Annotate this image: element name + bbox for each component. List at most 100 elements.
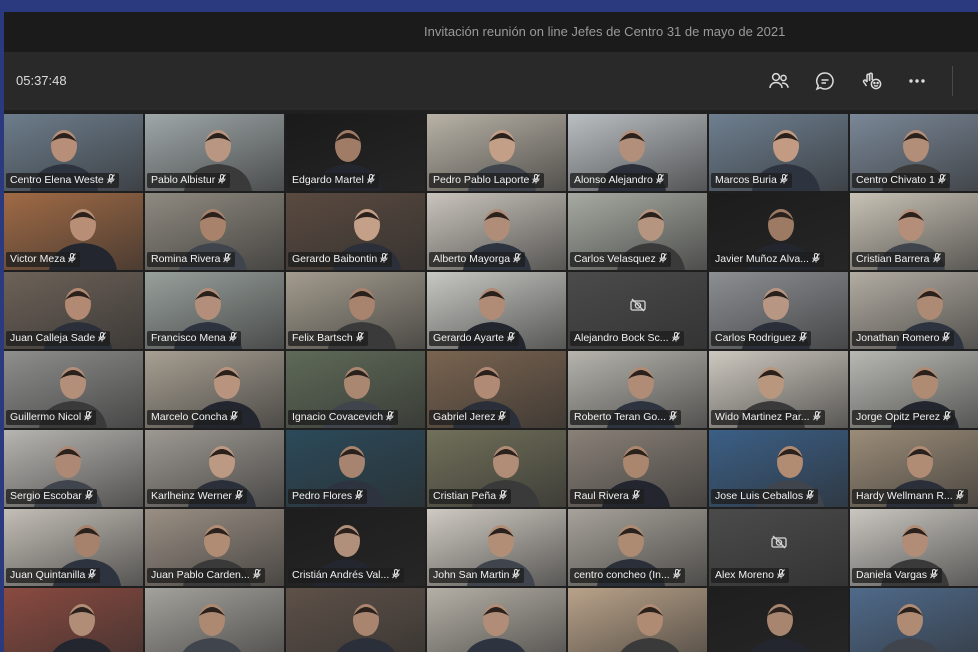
- participant-name-label: Cristian Peña: [429, 489, 512, 504]
- participant-tile[interactable]: Cristián Andrés Val...: [286, 509, 425, 586]
- participant-tile[interactable]: [850, 588, 978, 652]
- participant-name: Javier Muñoz Alva...: [715, 253, 809, 265]
- microphone-muted-icon: [655, 174, 664, 186]
- participant-tile[interactable]: Centro Chivato 1: [850, 114, 978, 191]
- participant-name-label: Pedro Pablo Laporte: [429, 173, 545, 188]
- participant-name: Gabriel Jerez: [433, 411, 496, 423]
- microphone-muted-icon: [930, 569, 938, 581]
- participant-tile[interactable]: Ignacio Covacevich: [286, 351, 425, 428]
- participant-tile[interactable]: [145, 588, 284, 652]
- participant-name-label: Jorge Opitz Perez: [852, 410, 956, 425]
- participant-name-label: Guillermo Nicol: [6, 410, 97, 425]
- participant-tile[interactable]: centro concheo (In...: [568, 509, 707, 586]
- participant-name-label: Gerardo Ayarte: [429, 331, 520, 346]
- participant-tile[interactable]: Jonathan Romero: [850, 272, 978, 349]
- participant-tile[interactable]: Pablo Albistur: [145, 114, 284, 191]
- participant-name: Ignacio Covacevich: [292, 411, 384, 423]
- microphone-muted-icon: [672, 569, 681, 581]
- participant-tile[interactable]: Pedro Pablo Laporte: [427, 114, 566, 191]
- participant-tile[interactable]: Karlheinz Werner: [145, 430, 284, 507]
- microphone-muted-icon: [812, 253, 820, 265]
- participant-tile[interactable]: Sergio Escobar: [4, 430, 143, 507]
- participant-name-label: Felix Bartsch: [288, 331, 368, 346]
- microphone-muted-icon: [498, 411, 507, 423]
- participant-tile[interactable]: Juan Calleja Sade: [4, 272, 143, 349]
- participant-tile[interactable]: Guillermo Nicol: [4, 351, 143, 428]
- chat-button[interactable]: [810, 66, 840, 96]
- participant-tile[interactable]: Pedro Flores: [286, 430, 425, 507]
- participant-name-label: Romina Rivera: [147, 252, 236, 267]
- microphone-muted-icon: [777, 569, 785, 581]
- participant-tile[interactable]: [427, 588, 566, 652]
- participant-name-label: Alex Moreno: [711, 568, 789, 583]
- participant-name: Francisco Mena: [151, 332, 226, 344]
- participant-tile[interactable]: Marcos Buria: [709, 114, 848, 191]
- participant-name-label: Marcos Buria: [711, 173, 792, 188]
- meeting-timer: 05:37:48: [16, 73, 67, 88]
- participant-name: Juan Quintanilla: [10, 569, 86, 581]
- participant-name-label: Javier Muñoz Alva...: [711, 252, 824, 267]
- participant-name: Romina Rivera: [151, 253, 221, 265]
- participant-tile[interactable]: Centro Elena Weste: [4, 114, 143, 191]
- participants-button[interactable]: [764, 66, 794, 96]
- participant-name: Wido Martinez Par...: [715, 411, 810, 423]
- participant-name-label: Carlos Rodriguez: [711, 331, 812, 346]
- participant-tile[interactable]: Cristian Barrera: [850, 193, 978, 270]
- meeting-title: Invitación reunión on line Jefes de Cent…: [424, 24, 786, 39]
- participant-name-label: Jose Luis Ceballos: [711, 489, 819, 504]
- participant-tile[interactable]: Raul Rivera: [568, 430, 707, 507]
- title-bar: Invitación reunión on line Jefes de Cent…: [4, 12, 978, 52]
- microphone-muted-icon: [84, 490, 93, 502]
- participant-name: Cristian Barrera: [856, 253, 930, 265]
- participant-tile[interactable]: Edgardo Martel: [286, 114, 425, 191]
- participant-tile[interactable]: Alex Moreno: [709, 509, 848, 586]
- reactions-icon: [861, 71, 883, 91]
- microphone-muted-icon: [252, 569, 261, 581]
- participant-tile[interactable]: Victor Meza: [4, 193, 143, 270]
- participant-tile[interactable]: Juan Quintanilla: [4, 509, 143, 586]
- participant-tile[interactable]: Felix Bartsch: [286, 272, 425, 349]
- participant-tile[interactable]: Juan Pablo Carden...: [145, 509, 284, 586]
- participant-tile[interactable]: [4, 588, 143, 652]
- participant-tile[interactable]: Cristian Peña: [427, 430, 566, 507]
- participant-name: Victor Meza: [10, 253, 66, 265]
- participant-tile[interactable]: Romina Rivera: [145, 193, 284, 270]
- participant-name: Juan Pablo Carden...: [151, 569, 250, 581]
- participant-tile[interactable]: Gerardo Baibontin: [286, 193, 425, 270]
- participant-tile[interactable]: Marcelo Concha: [145, 351, 284, 428]
- participant-tile[interactable]: Alejandro Bock Sc...: [568, 272, 707, 349]
- participant-name: Marcelo Concha: [151, 411, 228, 423]
- participant-tile[interactable]: Alberto Mayorga: [427, 193, 566, 270]
- participant-tile[interactable]: Gabriel Jerez: [427, 351, 566, 428]
- participant-tile[interactable]: Gerardo Ayarte: [427, 272, 566, 349]
- participant-tile[interactable]: [709, 588, 848, 652]
- participant-tile[interactable]: John San Martin: [427, 509, 566, 586]
- participant-name-label: Gabriel Jerez: [429, 410, 511, 425]
- participant-tile[interactable]: [568, 588, 707, 652]
- participant-tile[interactable]: Jorge Opitz Perez: [850, 351, 978, 428]
- more-options-button[interactable]: [902, 66, 932, 96]
- participant-name: Centro Chivato 1: [856, 174, 935, 186]
- participant-tile[interactable]: Roberto Teran Go...: [568, 351, 707, 428]
- microphone-muted-icon: [955, 490, 964, 502]
- participant-tile[interactable]: Daniela Vargas: [850, 509, 978, 586]
- participant-tile[interactable]: Javier Muñoz Alva...: [709, 193, 848, 270]
- participant-video-grid: Centro Elena Weste Pablo Albistur Edgardo …: [4, 114, 978, 652]
- participant-name: centro concheo (In...: [574, 569, 670, 581]
- participant-name-label: Cristián Andrés Val...: [288, 568, 405, 583]
- participant-name: Jonathan Romero: [856, 332, 940, 344]
- participant-name: Cristián Andrés Val...: [292, 569, 390, 581]
- participant-tile[interactable]: Wido Martinez Par...: [709, 351, 848, 428]
- participant-tile[interactable]: Francisco Mena: [145, 272, 284, 349]
- participant-tile[interactable]: Jose Luis Ceballos: [709, 430, 848, 507]
- participant-tile[interactable]: Hardy Wellmann R...: [850, 430, 978, 507]
- participant-tile[interactable]: [286, 588, 425, 652]
- participant-tile[interactable]: Carlos Velasquez: [568, 193, 707, 270]
- participant-name-label: Jonathan Romero: [852, 331, 955, 346]
- participant-name-label: Wido Martinez Par...: [711, 410, 825, 425]
- participant-name-label: Pedro Flores: [288, 489, 368, 504]
- meeting-toolbar: 05:37:48: [4, 52, 978, 112]
- reactions-button[interactable]: [857, 66, 887, 96]
- participant-tile[interactable]: Carlos Rodriguez: [709, 272, 848, 349]
- participant-tile[interactable]: Alonso Alejandro: [568, 114, 707, 191]
